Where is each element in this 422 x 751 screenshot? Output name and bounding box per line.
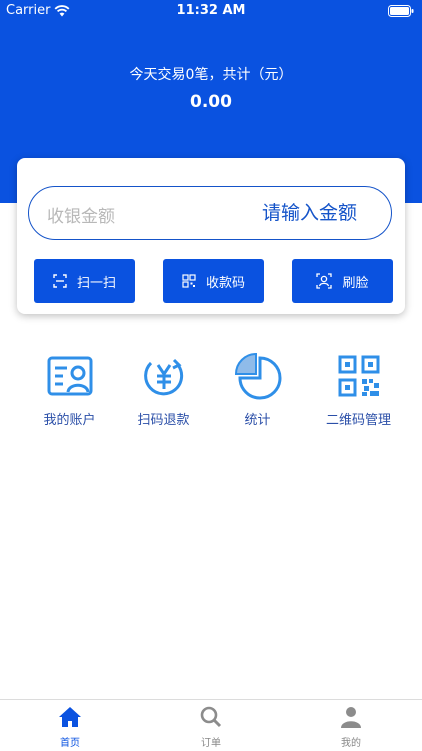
payment-code-label: 收款码: [205, 275, 245, 291]
today-total: 0.00: [190, 92, 232, 112]
grid-item-scan-refund[interactable]: 扫码退款: [111, 352, 216, 428]
face-scan-icon: [316, 273, 333, 289]
grid-item-qr-manage[interactable]: 二维码管理: [306, 352, 411, 428]
scan-label: 扫一扫: [76, 275, 116, 291]
search-icon: [200, 706, 222, 728]
person-icon: [341, 707, 361, 728]
today-summary: 今天交易0笔，共计（元）: [129, 67, 293, 83]
tab-mine[interactable]: 我的: [301, 706, 401, 749]
status-time: 11:32 AM: [176, 3, 246, 18]
grid-label-statistics: 统计: [244, 413, 271, 428]
grid-item-my-account[interactable]: 我的账户: [17, 352, 122, 428]
grid-label-scan-refund: 扫码退款: [137, 413, 190, 428]
face-pay-button[interactable]: 刷脸: [292, 259, 393, 303]
qr-manage-icon: [338, 355, 379, 397]
home-icon: [59, 707, 81, 727]
tab-orders-label: 订单: [201, 738, 221, 749]
tab-orders[interactable]: 订单: [161, 706, 261, 749]
scan-icon: [53, 274, 67, 288]
battery-icon: [388, 5, 414, 21]
tab-home-label: 首页: [60, 738, 80, 749]
payment-code-button[interactable]: 收款码: [163, 259, 264, 303]
tab-home[interactable]: 首页: [20, 706, 120, 749]
scan-button[interactable]: 扫一扫: [34, 259, 135, 303]
refund-yen-icon: [143, 358, 183, 396]
status-bar: Carrier 11:32 AM: [0, 0, 422, 22]
amount-box: 收银金额: [28, 186, 392, 240]
account-card-icon: [47, 356, 92, 396]
face-pay-label: 刷脸: [342, 275, 369, 291]
tab-bar: 首页 订单 我的: [0, 699, 422, 751]
cashier-card: 收银金额 扫一扫 收款码 刷脸: [17, 158, 405, 314]
qr-code-icon: [182, 274, 196, 288]
grid-label-qr-manage: 二维码管理: [325, 413, 391, 428]
pie-chart-icon: [234, 352, 281, 400]
grid-label-my-account: 我的账户: [43, 413, 96, 428]
tab-mine-label: 我的: [341, 738, 361, 749]
amount-input[interactable]: [177, 197, 357, 229]
grid-item-statistics[interactable]: 统计: [205, 352, 310, 428]
amount-label: 收银金额: [47, 207, 115, 227]
